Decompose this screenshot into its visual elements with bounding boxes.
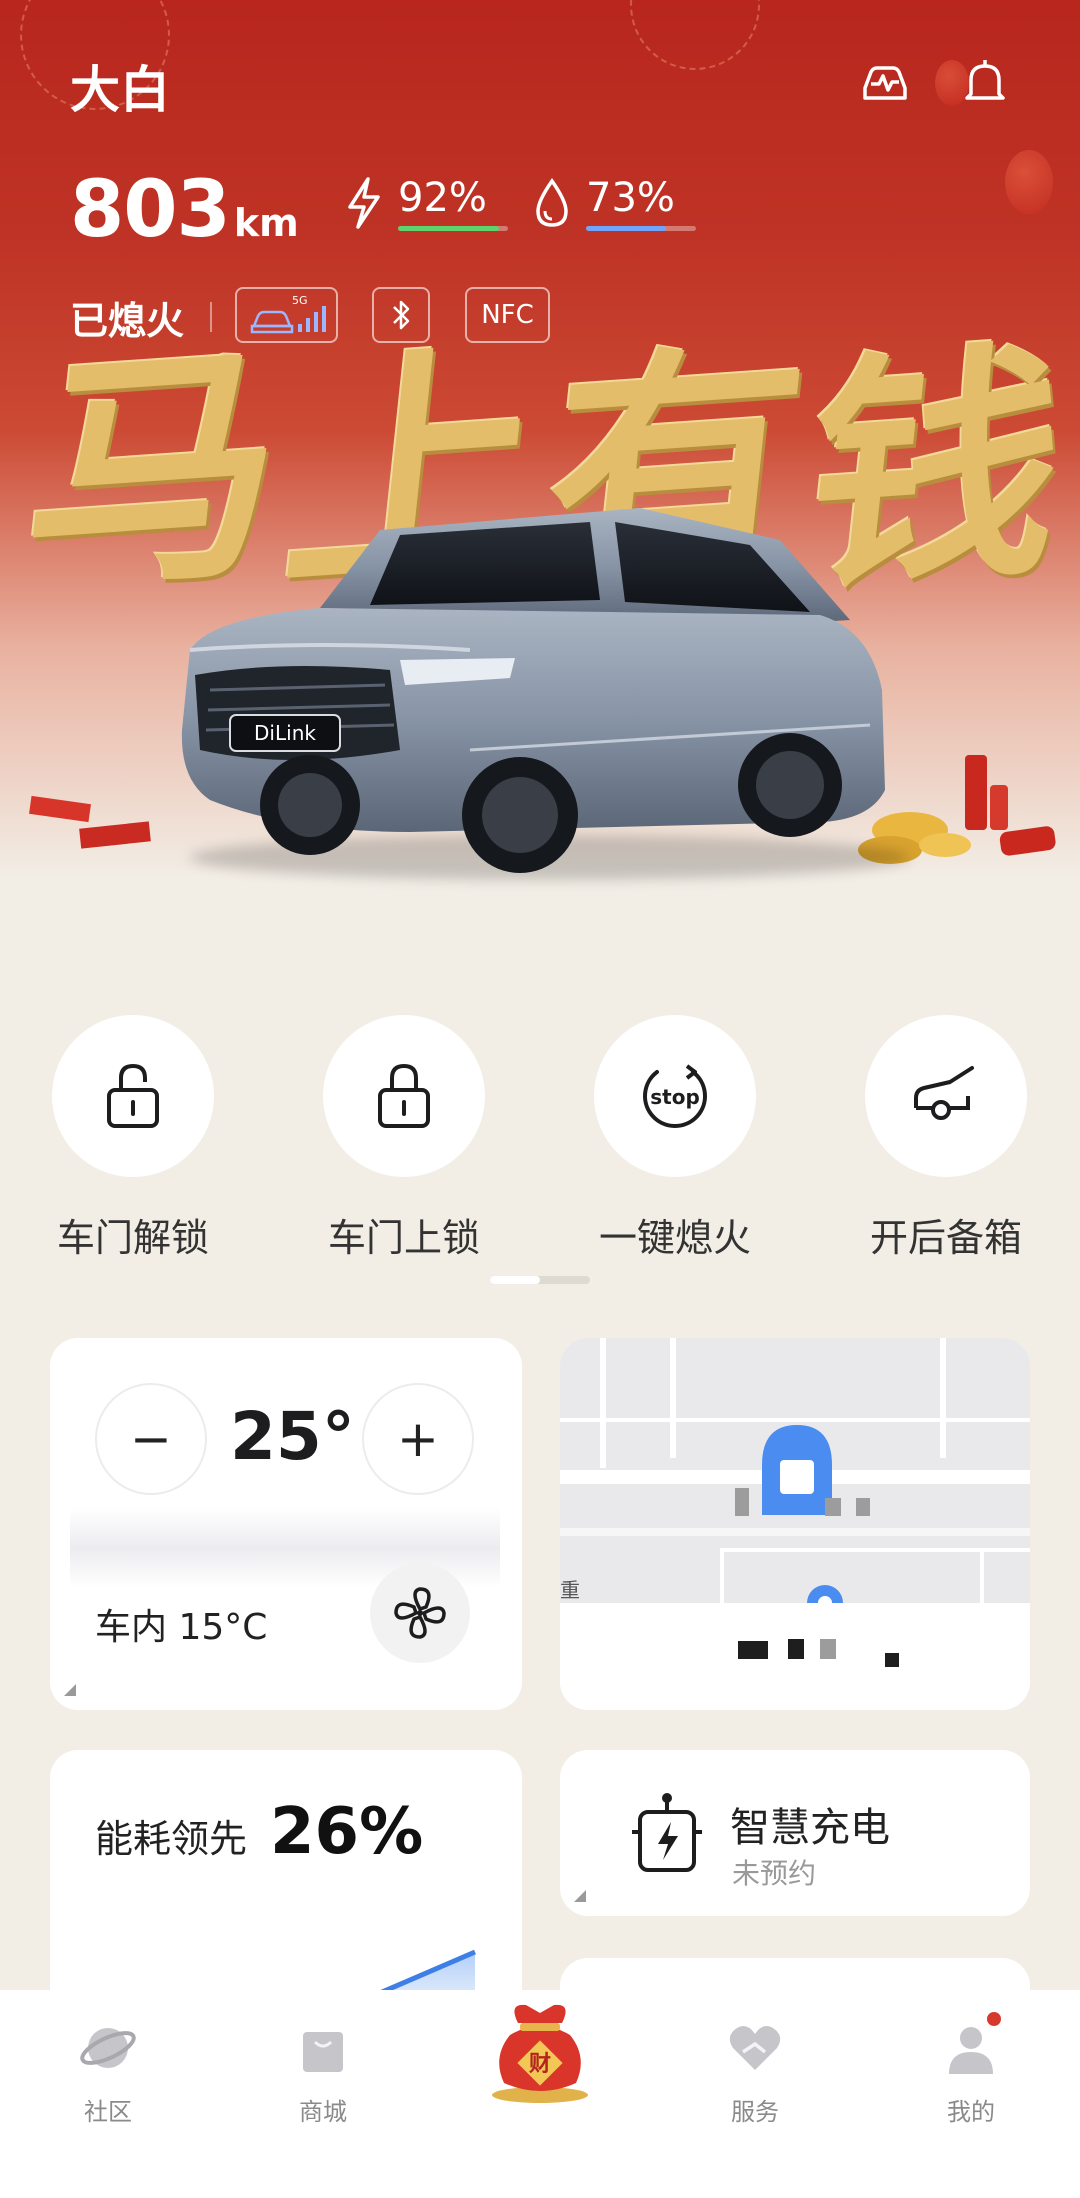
climate-card[interactable]: − 25° + 车内 15°C — [50, 1338, 522, 1710]
red-envelope-decoration — [29, 795, 151, 849]
bell-icon[interactable] — [955, 52, 1015, 112]
quick-action-label: 车门解锁 — [56, 1216, 209, 1260]
nav-mall[interactable]: 商城 — [263, 2018, 383, 2127]
hero-banner: 马 上 有 钱 DiLink — [0, 0, 1080, 930]
stop-icon-text: stop — [650, 1085, 700, 1109]
quick-action-lock[interactable]: 车门上锁 — [323, 1015, 485, 1262]
network-signal-badge: 5G — [235, 287, 338, 343]
nav-service[interactable]: 服务 — [695, 2018, 815, 2127]
fuel-status: 73% — [530, 175, 696, 231]
quick-action-label: 一键熄火 — [598, 1216, 751, 1260]
fortune-bag-icon: 财 — [492, 2004, 588, 2103]
heart-hand-icon — [729, 2026, 781, 2070]
fuel-percent: 73% — [586, 175, 675, 221]
nav-label: 商城 — [299, 2098, 347, 2126]
temp-increase-button[interactable]: + — [362, 1383, 474, 1495]
quick-action-unlock[interactable]: 车门解锁 — [52, 1015, 214, 1262]
nav-label: 我的 — [947, 2098, 995, 2126]
droplet-icon — [536, 177, 568, 227]
car-name[interactable]: 大白 — [70, 50, 170, 122]
nav-fortune[interactable]: 财 — [480, 1995, 600, 2109]
map-place-label: 重 — [560, 1578, 580, 1602]
range-display: 803 km — [70, 165, 299, 255]
license-plate-text: DiLink — [254, 721, 316, 745]
card-corner-marker — [574, 1890, 586, 1902]
car-diagnostic-icon[interactable] — [855, 52, 915, 112]
charging-pile-icon — [632, 1793, 702, 1872]
engine-status: 已熄火 — [70, 299, 185, 343]
quick-action-label: 车门上锁 — [327, 1216, 480, 1260]
nav-label: 社区 — [84, 2098, 132, 2126]
map-view[interactable]: 重 — [560, 1338, 1030, 1613]
map-address-area — [560, 1603, 1030, 1710]
firework-decoration — [630, 0, 760, 70]
energy-title: 能耗领先 — [95, 1817, 248, 1861]
nav-profile[interactable]: 我的 — [911, 2018, 1031, 2127]
bluetooth-icon — [393, 300, 410, 330]
quick-action-engine-off[interactable]: stop 一键熄火 — [594, 1015, 756, 1262]
battery-level-bar — [398, 226, 508, 231]
nav-label: 服务 — [731, 2098, 779, 2126]
smart-charging-card[interactable]: 智慧充电 未预约 — [560, 1750, 1030, 1916]
divider — [210, 302, 212, 332]
planet-icon — [80, 2028, 136, 2068]
lantern-decoration — [1005, 150, 1053, 214]
nfc-badge: NFC — [465, 287, 550, 343]
bottom-nav: 社区 商城 财 服务 我的 — [0, 1990, 1080, 2198]
card-corner-marker — [64, 1684, 76, 1696]
fan-button[interactable] — [370, 1563, 470, 1663]
smart-charging-status: 未预约 — [732, 1857, 817, 1890]
profile-icon — [949, 2027, 993, 2074]
bluetooth-badge — [372, 287, 430, 343]
quick-action-label: 开后备箱 — [869, 1216, 1022, 1260]
notification-dot — [987, 2012, 1001, 2026]
map-card[interactable]: 重 — [560, 1338, 1030, 1710]
stop-icon: stop — [643, 1064, 707, 1128]
car-image: DiLink — [181, 508, 885, 873]
range-unit: km — [233, 201, 299, 245]
target-temperature: 25° — [230, 1398, 355, 1475]
fan-icon — [394, 1587, 446, 1639]
page-indicator — [490, 1276, 590, 1284]
battery-percent: 92% — [398, 175, 487, 221]
lightning-icon — [348, 177, 380, 229]
shopping-bag-icon — [303, 2032, 343, 2072]
inside-temperature: 车内 15°C — [95, 1607, 268, 1648]
trunk-icon — [914, 1066, 974, 1120]
smart-charging-title: 智慧充电 — [730, 1805, 890, 1851]
range-value: 803 — [70, 165, 231, 255]
temp-decrease-button[interactable]: − — [95, 1383, 207, 1495]
quick-action-trunk[interactable]: 开后备箱 — [865, 1015, 1027, 1262]
signal-icon: 5G — [250, 294, 326, 334]
fortune-bag-text: 财 — [529, 2051, 551, 2077]
unlock-icon — [107, 1063, 159, 1128]
network-type-label: 5G — [292, 294, 308, 307]
nav-community[interactable]: 社区 — [48, 2018, 168, 2127]
energy-value: 26% — [270, 1795, 424, 1869]
battery-status: 92% — [340, 175, 508, 231]
fuel-level-bar — [586, 226, 696, 231]
lock-icon — [378, 1063, 430, 1128]
